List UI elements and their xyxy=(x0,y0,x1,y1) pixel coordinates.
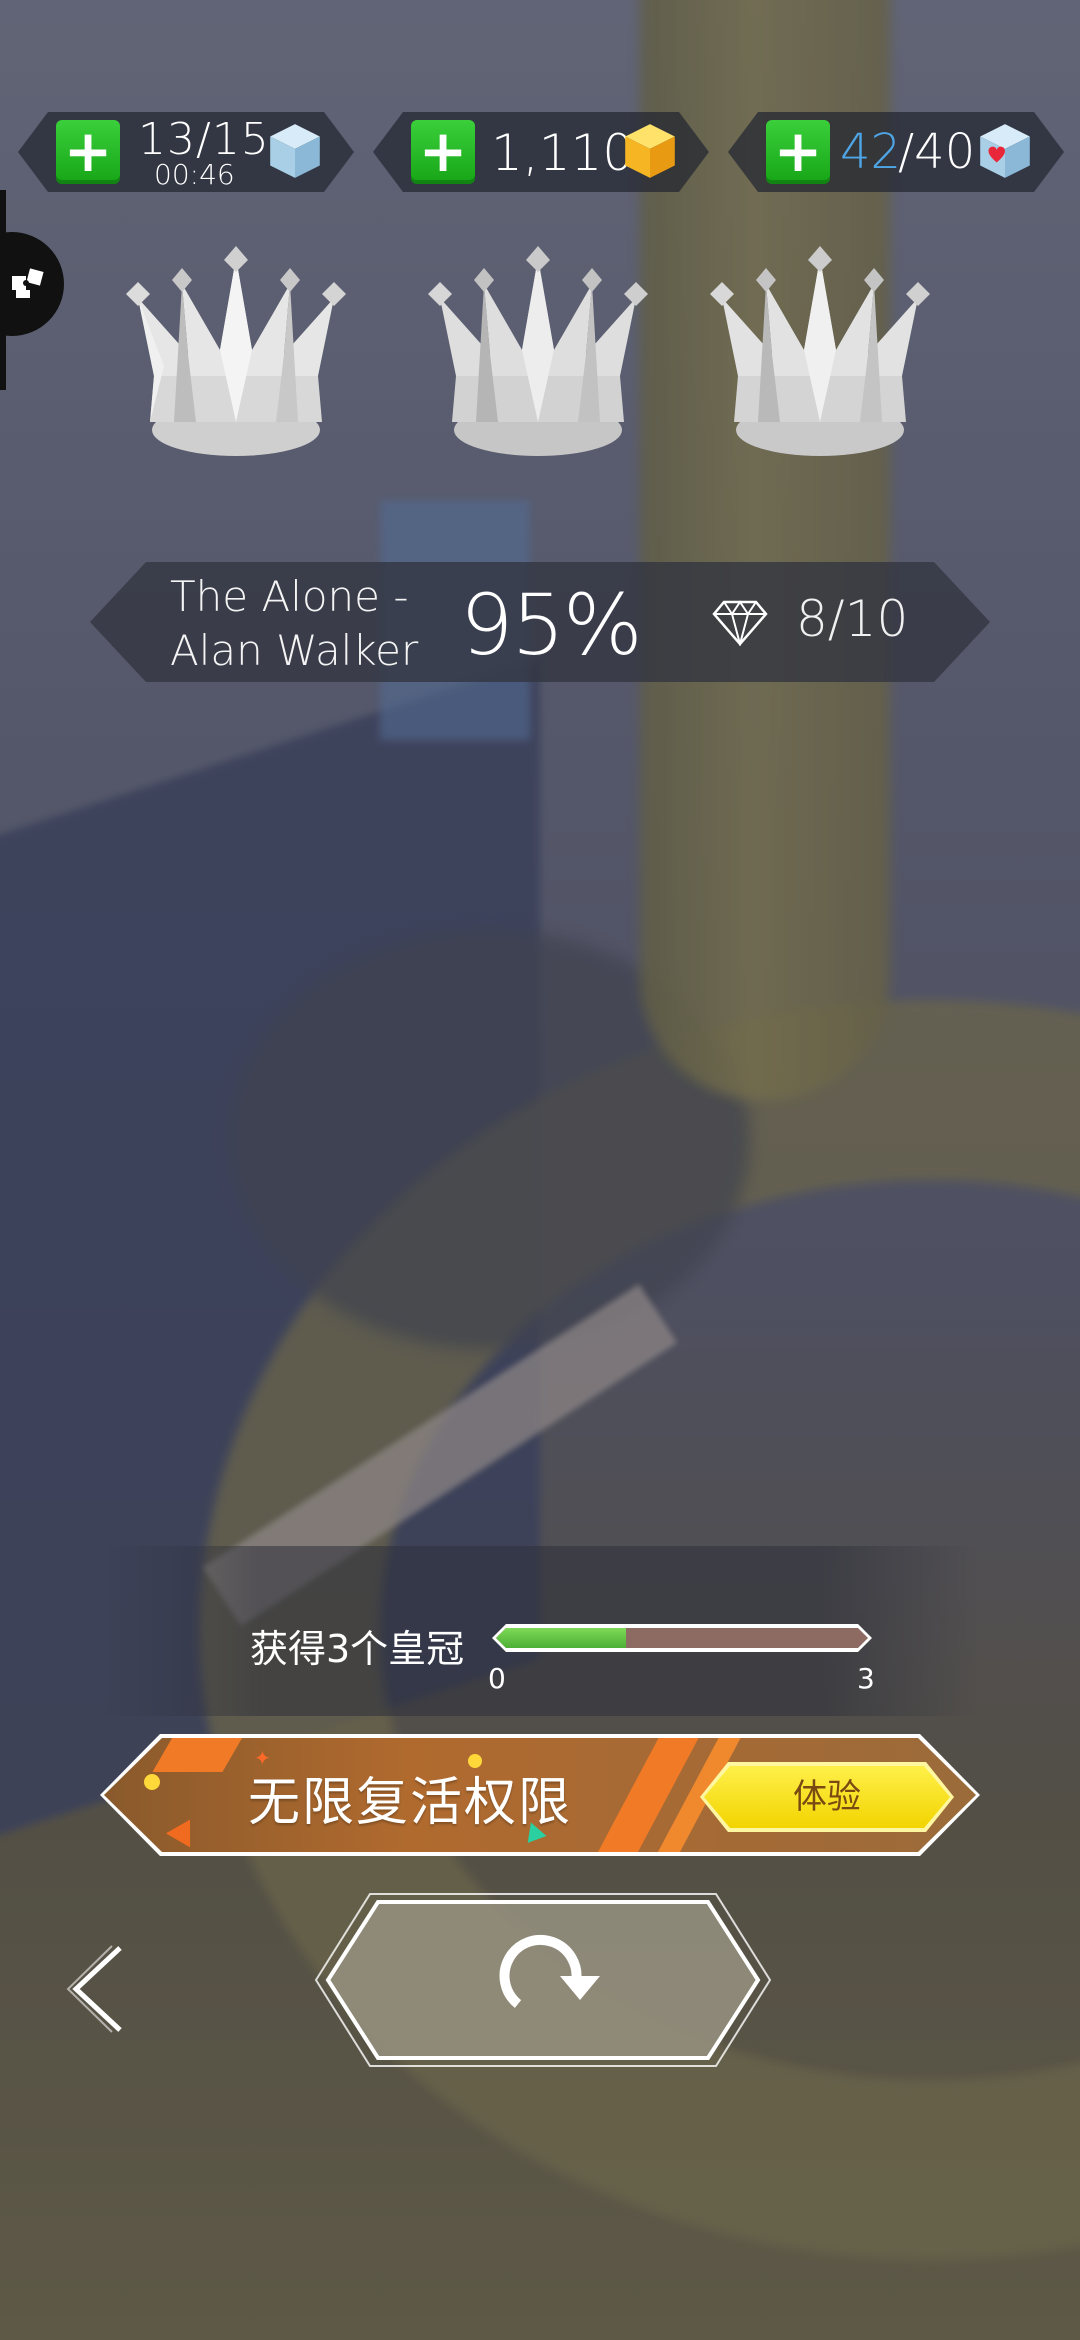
song-info-bar: The Alone - Alan Walker 95% 8/10 xyxy=(90,562,990,682)
replay-button[interactable] xyxy=(312,1890,774,2070)
coins-resource: + 1,110 xyxy=(373,112,709,192)
promo-banner[interactable]: ✦ 无限复活权限 体验 xyxy=(100,1734,980,1856)
sparkle-dot xyxy=(144,1774,160,1790)
progress-track xyxy=(496,1628,868,1648)
diamond-count: 8/10 xyxy=(796,590,909,648)
plus-icon[interactable]: + xyxy=(766,120,830,184)
song-percent: 95% xyxy=(460,576,641,674)
diamond-icon xyxy=(712,598,768,646)
heart-cube-icon xyxy=(974,120,1036,182)
crown-goal-label: 获得3个皇冠 xyxy=(250,1627,465,1671)
crown-icon xyxy=(126,246,346,456)
plus-icon[interactable]: + xyxy=(56,120,120,184)
promo-text: 无限复活权限 xyxy=(248,1773,573,1833)
hearts-max: /40 xyxy=(898,124,976,180)
progress-min: 0 xyxy=(488,1662,506,1695)
sparkle-triangle xyxy=(166,1813,202,1848)
hearts-resource: + 42 /40 xyxy=(728,112,1064,192)
promo-ribbon xyxy=(152,1732,245,1772)
try-button[interactable]: 体验 xyxy=(700,1762,954,1832)
crown-icon xyxy=(428,246,648,456)
energy-resource: + 13/15 00:46 xyxy=(18,112,354,192)
gold-cube-icon xyxy=(619,120,681,182)
try-button-label: 体验 xyxy=(704,1766,950,1828)
blue-cube-icon xyxy=(264,120,326,182)
back-button[interactable] xyxy=(62,1934,142,2044)
energy-timer: 00:46 xyxy=(154,158,235,191)
promo-background: ✦ 无限复活权限 体验 xyxy=(104,1738,976,1852)
song-title: The Alone - Alan Walker xyxy=(170,572,419,675)
progress-max: 3 xyxy=(857,1662,875,1695)
plus-icon[interactable]: + xyxy=(411,120,475,184)
crown-progress-bar xyxy=(492,1624,872,1652)
puzzle-icon xyxy=(12,268,44,298)
progress-fill xyxy=(496,1628,626,1648)
crown-icon xyxy=(710,246,930,456)
game-screen: + 13/15 00:46 + 1,110 + 42 /40 The Alone… xyxy=(0,0,1080,2340)
hearts-current: 42 xyxy=(840,124,902,180)
chevron-left-icon xyxy=(66,1945,122,2033)
coins-count: 1,110 xyxy=(491,124,635,182)
